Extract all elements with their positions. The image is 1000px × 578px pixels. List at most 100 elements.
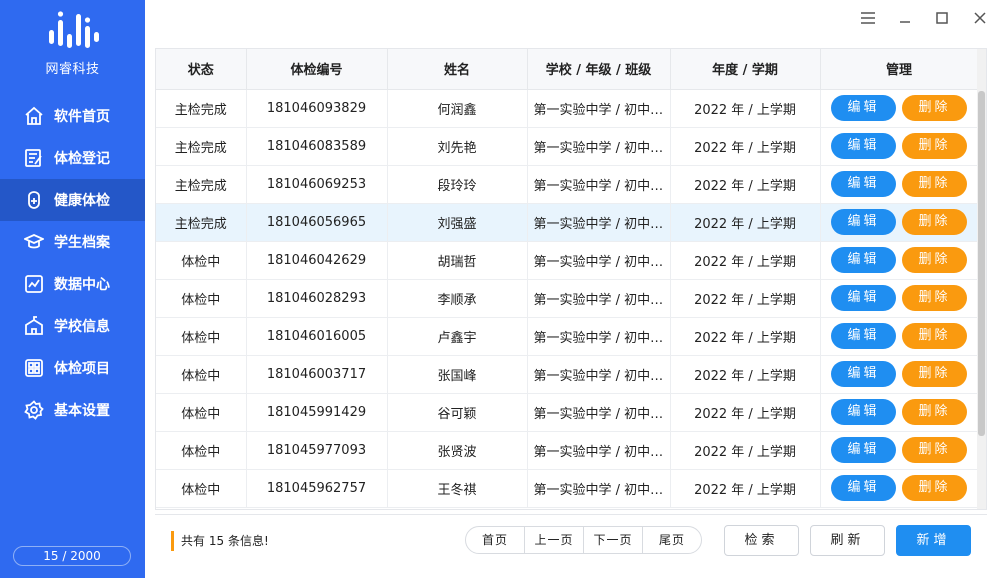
cell-exam-id: 181046093829 <box>246 89 388 128</box>
edit-button[interactable]: 编辑 <box>831 209 896 235</box>
next-page-button[interactable]: 下一页 <box>584 527 643 553</box>
table-row[interactable]: 主检完成181046069253段玲玲第一实验中学 / 初中一年级 / 一班20… <box>156 165 979 204</box>
cell-exam-id: 181045962757 <box>246 469 388 508</box>
delete-button[interactable]: 删除 <box>902 247 967 273</box>
cell-term: 2022 年 / 上学期 <box>670 203 821 242</box>
column-header-manage: 管理 <box>820 49 979 90</box>
delete-button[interactable]: 删除 <box>902 171 967 197</box>
sidebar-item-home[interactable]: 软件首页 <box>0 95 145 137</box>
table-row[interactable]: 主检完成181046083589刘先艳第一实验中学 / 初中一年级 / 一班20… <box>156 127 979 166</box>
sidebar-item-health-check[interactable]: 健康体检 <box>0 179 145 221</box>
sidebar-item-exam-items[interactable]: 体检项目 <box>0 347 145 389</box>
table-row[interactable]: 体检中181045977093张贤波第一实验中学 / 初中一年级 / 一班202… <box>156 431 979 470</box>
first-page-button[interactable]: 首页 <box>466 527 525 553</box>
cell-name: 刘先艳 <box>387 127 528 166</box>
cell-exam-id: 181046056965 <box>246 203 388 242</box>
prev-page-button[interactable]: 上一页 <box>525 527 584 553</box>
cell-manage: 编辑 删除 <box>820 89 979 128</box>
delete-button[interactable]: 删除 <box>902 133 967 159</box>
close-icon[interactable] <box>970 8 990 28</box>
search-button[interactable]: 检索 <box>724 525 799 556</box>
edit-button[interactable]: 编辑 <box>831 361 896 387</box>
cell-name: 刘强盛 <box>387 203 528 242</box>
refresh-button[interactable]: 刷新 <box>810 525 885 556</box>
table-header-row: 状态 体检编号 姓名 学校 / 年级 / 班级 年度 / 学期 管理 <box>156 49 979 90</box>
table-row[interactable]: 主检完成181046056965刘强盛第一实验中学 / 初中一年级 / 一班20… <box>156 203 979 242</box>
column-header-school[interactable]: 学校 / 年级 / 班级 <box>527 49 671 90</box>
records-table-panel: 状态 体检编号 姓名 学校 / 年级 / 班级 年度 / 学期 管理 主检完成 1… <box>155 48 987 510</box>
edit-button[interactable]: 编辑 <box>831 475 896 501</box>
cell-status: 体检中 <box>156 241 247 280</box>
cell-manage: 编辑 删除 <box>820 203 979 242</box>
cell-name: 王冬祺 <box>387 469 528 508</box>
sidebar-item-student-records[interactable]: 学生档案 <box>0 221 145 263</box>
sidebar-item-label: 体检项目 <box>54 361 110 377</box>
cell-status: 主检完成 <box>156 89 247 128</box>
delete-button[interactable]: 删除 <box>902 323 967 349</box>
cell-status: 体检中 <box>156 355 247 394</box>
delete-button[interactable]: 删除 <box>902 361 967 387</box>
table-row[interactable]: 体检中181045991429谷可颖第一实验中学 / 初中一年级 / 一班202… <box>156 393 979 432</box>
edit-button[interactable]: 编辑 <box>831 171 896 197</box>
menu-icon[interactable] <box>858 8 878 28</box>
minimize-icon[interactable] <box>895 8 915 28</box>
table-row[interactable]: 体检中181046042629胡瑞哲第一实验中学 / 初中一年级 / 一班202… <box>156 241 979 280</box>
graduation-cap-icon <box>24 234 44 249</box>
delete-button[interactable]: 删除 <box>902 437 967 463</box>
cell-term: 2022 年 / 上学期 <box>670 241 821 280</box>
cell-manage: 编辑 删除 <box>820 469 979 508</box>
table-row[interactable]: 体检中181046003717张国峰第一实验中学 / 初中一年级 / 一班202… <box>156 355 979 394</box>
sidebar-item-register[interactable]: 体检登记 <box>0 137 145 179</box>
column-header-term[interactable]: 年度 / 学期 <box>670 49 821 90</box>
cell-status: 体检中 <box>156 279 247 318</box>
cell-exam-id: 181046016005 <box>246 317 388 356</box>
column-header-exam-id[interactable]: 体检编号 <box>246 49 388 90</box>
register-icon <box>25 149 42 167</box>
scrollbar-thumb[interactable] <box>978 91 985 436</box>
edit-button[interactable]: 编辑 <box>831 95 896 121</box>
cell-manage: 编辑 删除 <box>820 355 979 394</box>
app-window: 网睿科技 软件首页 体检登记 健康体检 学生档案 数据中心 学校信息 体检项目 … <box>0 0 1000 578</box>
sidebar-item-data-center[interactable]: 数据中心 <box>0 263 145 305</box>
cell-exam-id: 181045991429 <box>246 393 388 432</box>
sidebar-item-settings[interactable]: 基本设置 <box>0 389 145 431</box>
edit-button[interactable]: 编辑 <box>831 133 896 159</box>
scrollbar[interactable] <box>977 49 986 509</box>
last-page-button[interactable]: 尾页 <box>643 527 701 553</box>
maximize-icon[interactable] <box>932 8 952 28</box>
logo: 网睿科技 <box>0 10 145 90</box>
add-button[interactable]: 新增 <box>896 525 971 556</box>
cell-school: 第一实验中学 / 初中一年级 / 一班 <box>527 393 671 432</box>
cell-manage: 编辑 删除 <box>820 317 979 356</box>
sidebar-item-school-info[interactable]: 学校信息 <box>0 305 145 347</box>
cell-school: 第一实验中学 / 初中一年级 / 一班 <box>527 317 671 356</box>
total-count: 15 <box>208 534 225 548</box>
cell-name: 段玲玲 <box>387 165 528 204</box>
cell-name: 谷可颖 <box>387 393 528 432</box>
column-header-status[interactable]: 状态 <box>156 49 247 90</box>
edit-button[interactable]: 编辑 <box>831 399 896 425</box>
table-row[interactable]: 体检中181046028293李顺承第一实验中学 / 初中一年级 / 一班202… <box>156 279 979 318</box>
delete-button[interactable]: 删除 <box>902 95 967 121</box>
cell-status: 主检完成 <box>156 165 247 204</box>
table-row[interactable]: 体检中181045962757王冬祺第一实验中学 / 初中一年级 / 一班202… <box>156 469 979 508</box>
records-table: 状态 体检编号 姓名 学校 / 年级 / 班级 年度 / 学期 管理 主检完成 1… <box>156 49 979 508</box>
sidebar-item-label: 体检登记 <box>54 151 110 167</box>
edit-button[interactable]: 编辑 <box>831 285 896 311</box>
edit-button[interactable]: 编辑 <box>831 247 896 273</box>
table-row[interactable]: 主检完成181046093829何润鑫第一实验中学 / 初中一年级 / 一班20… <box>156 89 979 128</box>
delete-button[interactable]: 删除 <box>902 399 967 425</box>
sidebar-item-label: 学校信息 <box>54 319 110 335</box>
cell-status: 主检完成 <box>156 127 247 166</box>
delete-button[interactable]: 删除 <box>902 209 967 235</box>
delete-button[interactable]: 删除 <box>902 285 967 311</box>
cell-name: 张国峰 <box>387 355 528 394</box>
column-header-name[interactable]: 姓名 <box>387 49 528 90</box>
delete-button[interactable]: 删除 <box>902 475 967 501</box>
cell-manage: 编辑 删除 <box>820 127 979 166</box>
table-row[interactable]: 体检中181046016005卢鑫宇第一实验中学 / 初中一年级 / 一班202… <box>156 317 979 356</box>
edit-button[interactable]: 编辑 <box>831 323 896 349</box>
sidebar-item-label: 学生档案 <box>54 235 110 251</box>
edit-button[interactable]: 编辑 <box>831 437 896 463</box>
home-icon <box>25 106 43 125</box>
